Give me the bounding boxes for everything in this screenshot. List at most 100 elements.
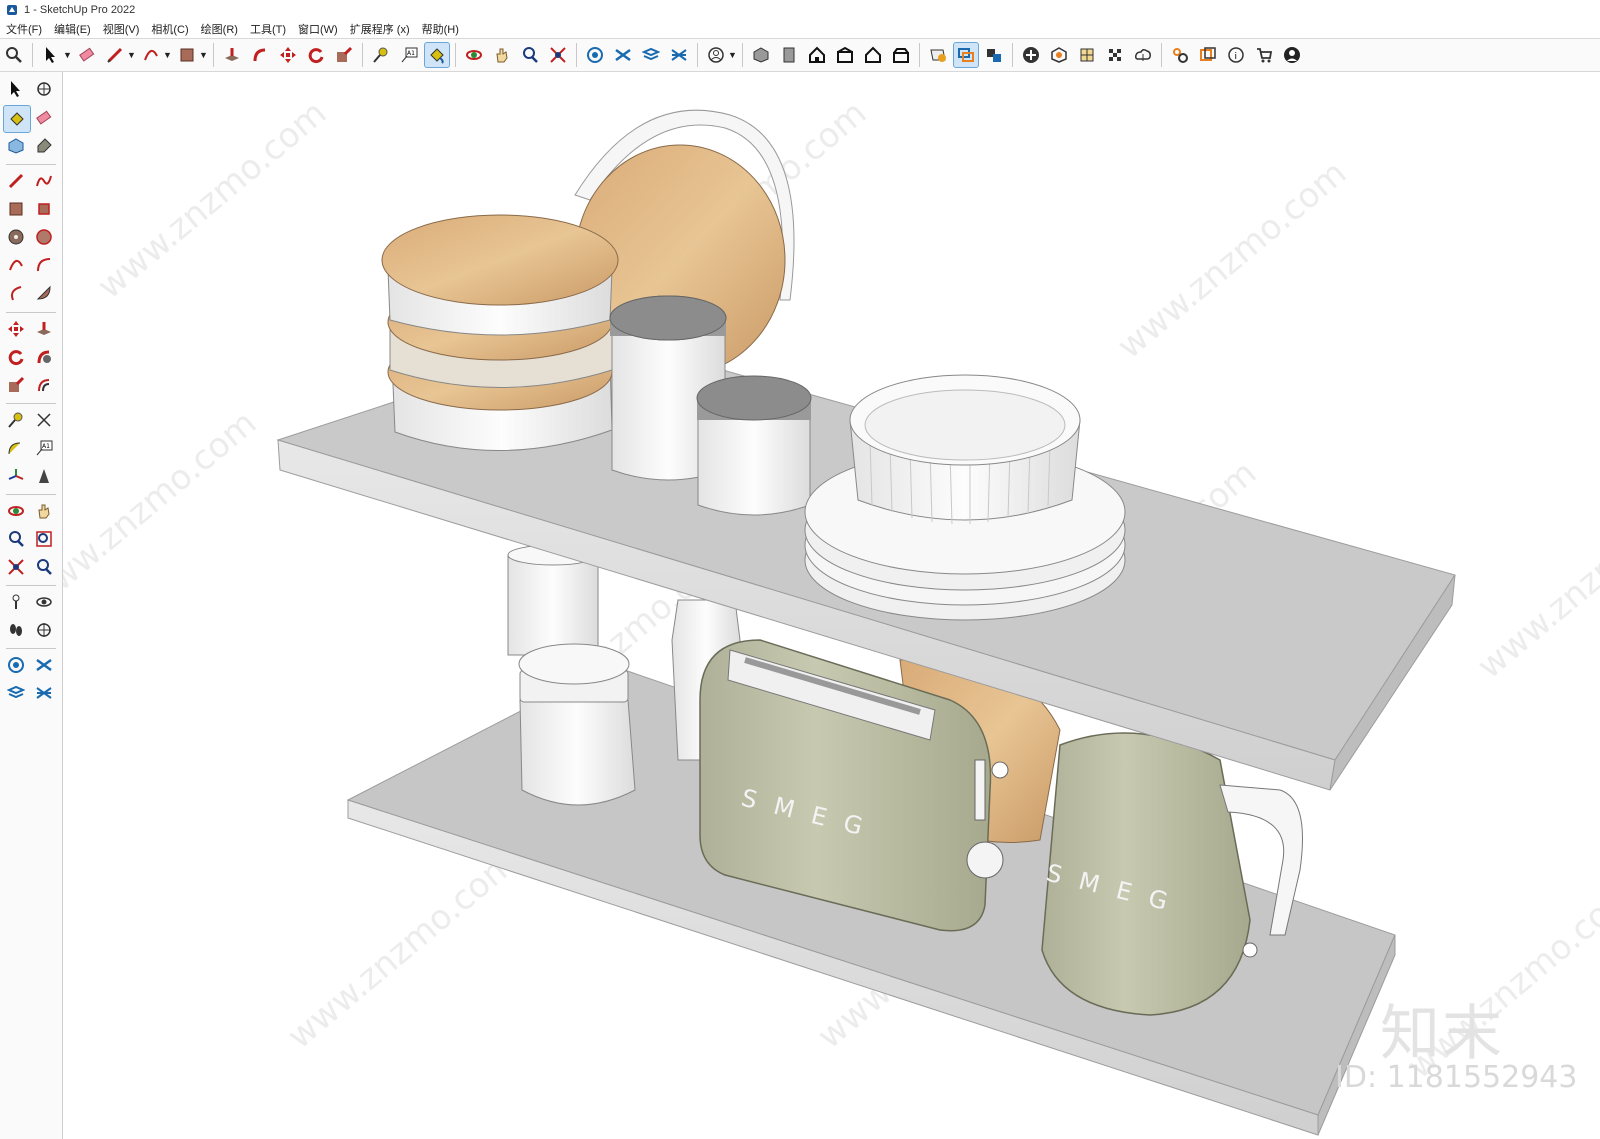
tag-icon[interactable] xyxy=(31,133,57,159)
follow-me-icon[interactable] xyxy=(31,344,57,370)
zoom-window-icon[interactable] xyxy=(31,526,57,552)
component-icon[interactable] xyxy=(3,133,29,159)
select-icon[interactable] xyxy=(38,42,64,68)
zoom-tool-icon[interactable] xyxy=(517,42,543,68)
menu-help[interactable]: 帮助(H) xyxy=(416,21,465,37)
push-pull-icon[interactable] xyxy=(31,316,57,342)
move-icon[interactable] xyxy=(3,316,29,342)
offset-icon[interactable] xyxy=(31,372,57,398)
move-icon[interactable] xyxy=(275,42,301,68)
chevron-down-icon[interactable]: ▼ xyxy=(127,50,136,60)
make-component-icon[interactable] xyxy=(31,76,57,102)
arc-icon[interactable] xyxy=(3,252,29,278)
pan-icon[interactable] xyxy=(489,42,515,68)
trimble-connect-icon[interactable] xyxy=(666,42,692,68)
paint-bucket-icon[interactable] xyxy=(424,42,450,68)
menu-camera[interactable]: 相机(C) xyxy=(145,21,194,37)
layout-icon[interactable] xyxy=(3,680,29,706)
upload-icon[interactable] xyxy=(1130,42,1156,68)
xray-icon[interactable] xyxy=(1102,42,1128,68)
push-pull-icon[interactable] xyxy=(219,42,245,68)
extension-warehouse-icon[interactable] xyxy=(610,42,636,68)
tape-measure-icon[interactable] xyxy=(368,42,394,68)
text-icon[interactable]: A1 xyxy=(31,435,57,461)
style-icon[interactable] xyxy=(1074,42,1100,68)
menu-extensions[interactable]: 扩展程序 (x) xyxy=(344,21,416,37)
pie-icon[interactable] xyxy=(31,280,57,306)
right-view-icon[interactable] xyxy=(832,42,858,68)
zoom-icon[interactable] xyxy=(1,42,27,68)
profile-icon[interactable] xyxy=(1279,42,1305,68)
section-fill-icon[interactable] xyxy=(981,42,1007,68)
zoom-extents-icon[interactable] xyxy=(545,42,571,68)
pan-icon[interactable] xyxy=(31,498,57,524)
iso-view-icon[interactable] xyxy=(748,42,774,68)
account-icon[interactable] xyxy=(703,42,729,68)
front-view-icon[interactable] xyxy=(804,42,830,68)
scale-icon[interactable] xyxy=(331,42,357,68)
menu-view[interactable]: 视图(V) xyxy=(97,21,146,37)
follow-me-icon[interactable] xyxy=(247,42,273,68)
dimension-icon[interactable] xyxy=(31,407,57,433)
display-section-icon[interactable] xyxy=(953,42,979,68)
svg-text:A1: A1 xyxy=(42,443,50,450)
chevron-down-icon[interactable]: ▼ xyxy=(199,50,208,60)
three-point-arc-icon[interactable] xyxy=(3,280,29,306)
eraser-icon[interactable] xyxy=(74,42,100,68)
zoom-tool-icon[interactable] xyxy=(3,526,29,552)
previous-view-icon[interactable] xyxy=(31,554,57,580)
text-icon[interactable]: A1 xyxy=(396,42,422,68)
pencil-icon[interactable] xyxy=(102,42,128,68)
circle-icon[interactable] xyxy=(3,224,29,250)
back-view-icon[interactable] xyxy=(860,42,886,68)
arc-icon[interactable] xyxy=(138,42,164,68)
walk-icon[interactable] xyxy=(3,617,29,643)
rotate-icon[interactable] xyxy=(303,42,329,68)
warehouse-icon[interactable] xyxy=(3,652,29,678)
menu-edit[interactable]: 编辑(E) xyxy=(48,21,97,37)
chevron-down-icon[interactable]: ▼ xyxy=(728,50,737,60)
scale-icon[interactable] xyxy=(3,372,29,398)
menu-draw[interactable]: 绘图(R) xyxy=(195,21,244,37)
protractor-icon[interactable] xyxy=(3,435,29,461)
sandbox-icon[interactable] xyxy=(1046,42,1072,68)
position-camera-icon[interactable] xyxy=(3,589,29,615)
menu-tools[interactable]: 工具(T) xyxy=(244,21,292,37)
look-around-icon[interactable] xyxy=(31,589,57,615)
trimble-connect-icon[interactable] xyxy=(31,680,57,706)
extension-warehouse-icon[interactable] xyxy=(31,652,57,678)
orbit-icon[interactable] xyxy=(3,498,29,524)
eraser-icon[interactable] xyxy=(31,105,57,131)
rectangle-icon[interactable] xyxy=(174,42,200,68)
rotated-rectangle-icon[interactable] xyxy=(31,196,57,222)
model-viewport[interactable]: www.znzmo.com www.znzmo.com www.znzmo.co… xyxy=(63,72,1600,1139)
warehouse-icon[interactable] xyxy=(582,42,608,68)
line-icon[interactable] xyxy=(3,168,29,194)
zoom-extents-icon[interactable] xyxy=(3,554,29,580)
menu-window[interactable]: 窗口(W) xyxy=(292,21,344,37)
paint-bucket-icon[interactable] xyxy=(3,105,31,133)
rectangle-icon[interactable] xyxy=(3,196,29,222)
orbit-icon[interactable] xyxy=(461,42,487,68)
section-plane-icon[interactable] xyxy=(31,617,57,643)
settings-icon[interactable] xyxy=(1167,42,1193,68)
rotate-icon[interactable] xyxy=(3,344,29,370)
top-view-icon[interactable] xyxy=(776,42,802,68)
polygon-icon[interactable] xyxy=(31,224,57,250)
chevron-down-icon[interactable]: ▼ xyxy=(63,50,72,60)
section-plane-icon[interactable] xyxy=(925,42,951,68)
select-icon[interactable] xyxy=(3,76,29,102)
layout-icon[interactable] xyxy=(638,42,664,68)
tape-measure-icon[interactable] xyxy=(3,407,29,433)
axes-icon[interactable] xyxy=(3,463,29,489)
3d-text-icon[interactable] xyxy=(31,463,57,489)
instructor-icon[interactable] xyxy=(1195,42,1221,68)
left-view-icon[interactable] xyxy=(888,42,914,68)
add-location-icon[interactable] xyxy=(1018,42,1044,68)
chevron-down-icon[interactable]: ▼ xyxy=(163,50,172,60)
cart-icon[interactable] xyxy=(1251,42,1277,68)
two-point-arc-icon[interactable] xyxy=(31,252,57,278)
model-info-icon[interactable]: i xyxy=(1223,42,1249,68)
menu-file[interactable]: 文件(F) xyxy=(0,21,48,37)
freehand-icon[interactable] xyxy=(31,168,57,194)
